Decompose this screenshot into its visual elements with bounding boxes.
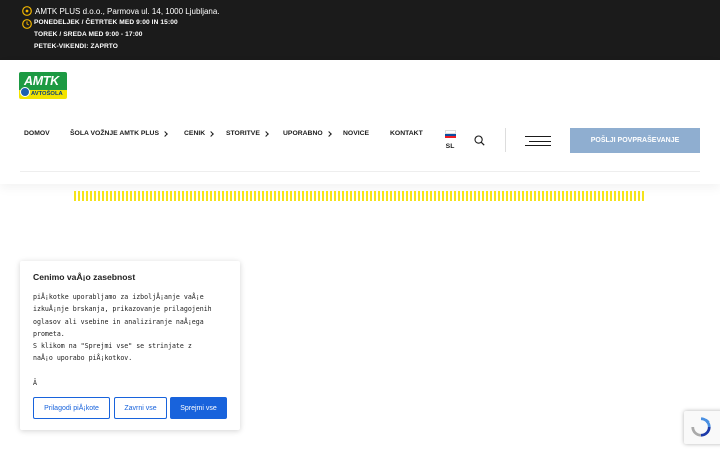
cookie-title: Cenimo vaÅ¡o zasebnost xyxy=(33,272,136,282)
cookie-text-line: naÅ¡o uporabo piÅ¡kotkov. xyxy=(33,354,133,363)
clock-icon xyxy=(22,19,32,29)
site-header: AMTK AVTOŠOLA DOMOV ŠOLA VOŽNJE AMTK PLU… xyxy=(0,60,720,184)
logo-swirl-icon xyxy=(20,87,30,97)
accept-all-button[interactable]: Sprejmi vse xyxy=(170,397,227,419)
nav-item-sola-voznje[interactable]: ŠOLA VOŽNJE AMTK PLUS xyxy=(70,130,168,137)
nav-item-label: DOMOV xyxy=(24,130,50,137)
nav-item-domov[interactable]: DOMOV xyxy=(24,130,50,137)
nav-item-cenik[interactable]: CENIK xyxy=(184,130,214,137)
nav-item-label: CENIK xyxy=(184,130,206,137)
customize-cookies-button[interactable]: Prilagodi piÅ¡kote xyxy=(33,397,110,419)
language-switcher[interactable]: SL xyxy=(444,130,456,150)
map-pin-icon xyxy=(22,6,32,16)
nav-item-label: STORITVE xyxy=(226,130,260,137)
cookie-text-line xyxy=(33,365,233,377)
recaptcha-icon xyxy=(691,417,711,437)
header-divider xyxy=(505,128,506,152)
yellow-dashed-divider xyxy=(74,191,646,201)
amtk-logo[interactable]: AMTK AVTOŠOLA xyxy=(19,72,67,99)
cookie-description: piÅ¡kotke uporabljamo za izboljÅ¡anje va… xyxy=(33,291,233,389)
cookie-consent-banner: Cenimo vaÅ¡o zasebnost piÅ¡kotke uporabl… xyxy=(20,261,240,430)
nav-item-kontakt[interactable]: KONTAKT xyxy=(390,130,423,137)
top-info-bar: AMTK PLUS d.o.o., Parmova ul. 14, 1000 L… xyxy=(0,0,720,60)
nav-item-label: KONTAKT xyxy=(390,130,423,137)
nav-item-uporabno[interactable]: UPORABNO xyxy=(283,130,332,137)
nav-item-label: UPORABNO xyxy=(283,130,323,137)
cookie-text-line: izkuÅ¡nje brskanja, prikazovanje prilago… xyxy=(33,305,212,314)
hours-line-weekdays-1: PONEDELJEK / ČETRTEK MED 9:00 IN 15:00 xyxy=(34,19,178,26)
cookie-text-line: S klikom na "Sprejmi vse" se strinjate z xyxy=(33,342,192,351)
cookie-text-line: oglasov ali vsebine in analiziranje naÅ¡… xyxy=(33,317,204,326)
hamburger-menu-icon[interactable] xyxy=(525,135,551,147)
chevron-right-icon xyxy=(162,130,168,137)
nav-item-label: ŠOLA VOŽNJE AMTK PLUS xyxy=(70,130,159,137)
hours-line-weekend: PETEK-VIKENDI: ZAPRTO xyxy=(34,43,119,50)
send-inquiry-button[interactable]: POŠLJI POVPRAŠEVANJE xyxy=(570,128,700,153)
nav-item-storitve[interactable]: STORITVE xyxy=(226,130,269,137)
recaptcha-badge[interactable] xyxy=(684,411,720,444)
language-label: SL xyxy=(445,143,455,150)
slovenia-flag-icon xyxy=(444,130,456,138)
cookie-text-line: Â xyxy=(33,379,37,388)
chevron-right-icon xyxy=(263,130,269,137)
chevron-right-icon xyxy=(208,130,214,137)
chevron-right-icon xyxy=(325,130,332,137)
nav-item-novice[interactable]: NOVICE xyxy=(343,130,369,137)
nav-item-label: NOVICE xyxy=(343,130,370,137)
cookie-text-line: piÅ¡kotke uporabljamo za izboljÅ¡anje va… xyxy=(33,293,204,301)
reject-all-button[interactable]: Zavrni vse xyxy=(114,397,167,419)
search-icon[interactable] xyxy=(474,135,485,146)
header-bottom-rule xyxy=(20,171,700,172)
address-text: AMTK PLUS d.o.o., Parmova ul. 14, 1000 L… xyxy=(35,6,220,16)
cookie-text-line: prometa. xyxy=(33,329,65,338)
address-row: AMTK PLUS d.o.o., Parmova ul. 14, 1000 L… xyxy=(21,5,220,17)
hours-line-weekdays-2: TOREK / SREDA MED 9:00 - 17:00 xyxy=(34,31,143,38)
